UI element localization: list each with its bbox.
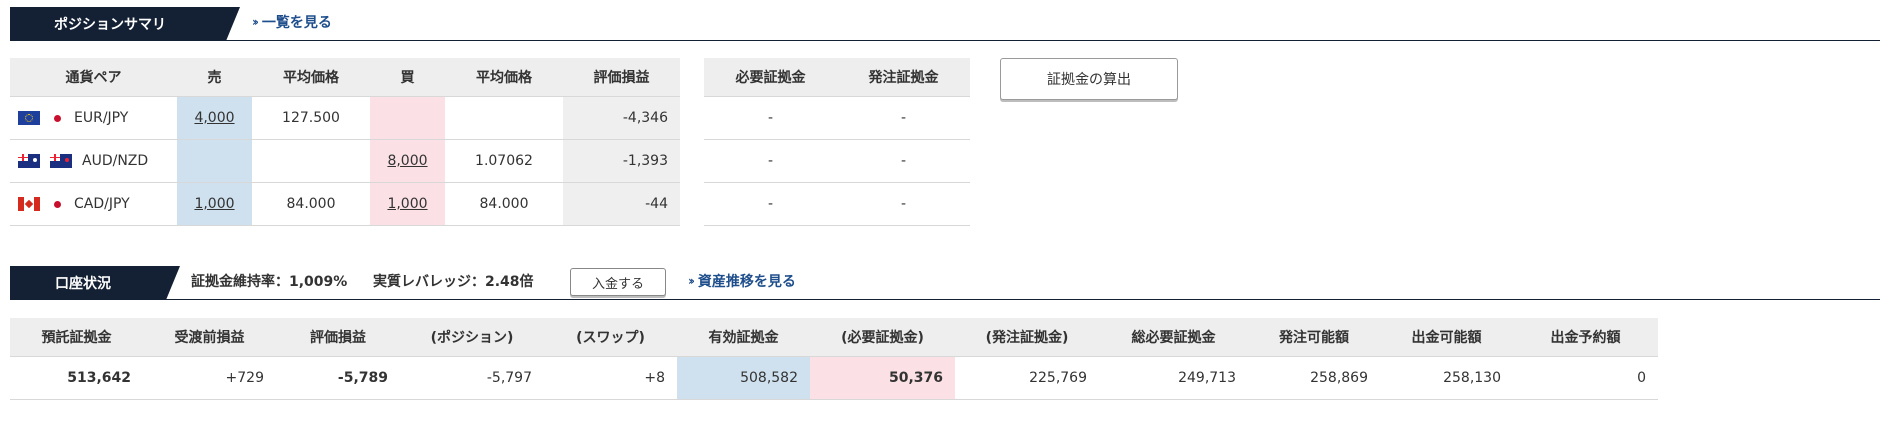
buy-qty-link[interactable]: 1,000 [387,196,427,212]
orderable-amount-value: 258,869 [1248,356,1380,400]
col-header-required-margin: 必要証拠金 [704,58,837,97]
table-row: - - [704,139,970,183]
effective-margin-value: 508,582 [677,356,810,400]
col-header-pair: 通貨ペア [10,58,177,97]
col-header-swap: (スワップ) [544,318,677,357]
buy-avg-price [445,96,563,140]
required-margin-value: 50,376 [810,356,955,400]
col-header-sell: 売 [177,58,252,97]
calculate-margin-button[interactable]: 証拠金の算出 [1000,58,1178,100]
col-header-unrealized-pl: 評価損益 [276,318,400,357]
buy-qty-cell [370,96,445,140]
col-header-total-required-margin: 総必要証拠金 [1099,318,1248,357]
buy-avg-price: 1.07062 [445,139,563,183]
swap-value: +8 [544,356,677,400]
flag-nz-icon [50,154,72,168]
order-margin-value: - [837,139,970,183]
pl-value: -1,393 [563,139,680,183]
required-margin-value: - [704,139,837,183]
pair-label: EUR/JPY [74,110,129,126]
effective-leverage: 実質レバレッジ：2.48倍 [373,274,534,290]
pair-cell: AUD/NZD [10,139,177,183]
deposit-value: 513,642 [10,356,143,400]
order-margin-value: 225,769 [955,356,1099,400]
margin-table: 必要証拠金 発注証拠金 - - - - - - [704,58,970,226]
total-required-margin-value: 249,713 [1099,356,1248,400]
pair-cell: EUR/JPY [10,96,177,140]
table-row: 513,642 +729 -5,789 -5,797 +8 508,582 50… [10,356,1658,400]
col-header-required-margin: (必要証拠金) [810,318,955,357]
flag-ca-icon [18,197,40,211]
col-header-orderable-amount: 発注可能額 [1248,318,1380,357]
pl-value: -4,346 [563,96,680,140]
sell-avg-price [252,139,370,183]
deposit-button[interactable]: 入金する [570,268,666,296]
pair-cell: CAD/JPY [10,182,177,226]
account-header-row: 預託証拠金 受渡前損益 評価損益 (ポジション) (スワップ) 有効証拠金 (必… [10,318,1658,357]
section-rule [226,40,1880,41]
flag-jp-icon [50,111,64,125]
col-header-withdrawal-reserved: 出金予約額 [1513,318,1658,357]
table-row: - - [704,182,970,226]
col-header-buy-avg: 平均価格 [445,58,563,97]
section-rule [166,299,1880,300]
margin-header-row: 必要証拠金 発注証拠金 [704,58,970,97]
sell-qty-link[interactable]: 1,000 [194,196,234,212]
order-margin-value: - [837,182,970,226]
withdrawal-reserved-value: 0 [1513,356,1658,400]
positions-table: 通貨ペア 売 平均価格 買 平均価格 評価損益 EUR/JPY 4,000 12… [10,58,680,226]
asset-history-link-label: 資産推移を見る [697,274,796,290]
col-header-deposit: 預託証拠金 [10,318,143,357]
sell-qty-cell: 1,000 [177,182,252,226]
asset-history-link[interactable]: ›› 資産推移を見る [688,271,796,291]
pair-label: AUD/NZD [82,153,149,169]
double-chevron-right-icon: ›› [688,274,695,288]
pair-label: CAD/JPY [74,196,130,212]
pre-settlement-pl-value: +729 [143,356,276,400]
positions-header-row: 通貨ペア 売 平均価格 買 平均価格 評価損益 [10,58,680,97]
sell-qty-cell [177,139,252,183]
maintenance-rate: 証拠金維持率：1,009% [191,274,348,290]
buy-qty-cell: 8,000 [370,139,445,183]
required-margin-value: - [704,96,837,140]
col-header-effective-margin: 有効証拠金 [677,318,810,357]
flag-jp-icon [50,197,64,211]
account-status-title: 口座状況 [10,266,180,300]
sell-avg-price: 84.000 [252,182,370,226]
unrealized-pl-value: -5,789 [276,356,400,400]
pl-value: -44 [563,182,680,226]
account-table: 預託証拠金 受渡前損益 評価損益 (ポジション) (スワップ) 有効証拠金 (必… [10,318,1658,400]
buy-avg-price: 84.000 [445,182,563,226]
col-header-withdrawable-amount: 出金可能額 [1380,318,1513,357]
col-header-pl: 評価損益 [563,58,680,97]
double-chevron-right-icon: ›› [252,15,259,29]
table-row: EUR/JPY 4,000 127.500 -4,346 [10,96,680,140]
position-value: -5,797 [400,356,544,400]
view-all-link[interactable]: ›› 一覧を見る [252,12,332,32]
buy-qty-cell: 1,000 [370,182,445,226]
col-header-sell-avg: 平均価格 [252,58,370,97]
col-header-position: (ポジション) [400,318,544,357]
table-row: CAD/JPY 1,000 84.000 1,000 84.000 -44 [10,182,680,226]
sell-qty-link[interactable]: 4,000 [194,110,234,126]
flag-eu-icon [18,111,40,125]
table-row: AUD/NZD 8,000 1.07062 -1,393 [10,139,680,183]
sell-qty-cell: 4,000 [177,96,252,140]
col-header-order-margin: 発注証拠金 [837,58,970,97]
col-header-buy: 買 [370,58,445,97]
view-all-link-label: 一覧を見る [261,15,332,31]
table-row: - - [704,96,970,140]
sell-avg-price: 127.500 [252,96,370,140]
col-header-pre-settlement-pl: 受渡前損益 [143,318,276,357]
flag-au-icon [18,154,40,168]
col-header-order-margin: (発注証拠金) [955,318,1099,357]
order-margin-value: - [837,96,970,140]
buy-qty-link[interactable]: 8,000 [387,153,427,169]
position-summary-title: ポジションサマリ [10,7,240,41]
required-margin-value: - [704,182,837,226]
withdrawable-amount-value: 258,130 [1380,356,1513,400]
